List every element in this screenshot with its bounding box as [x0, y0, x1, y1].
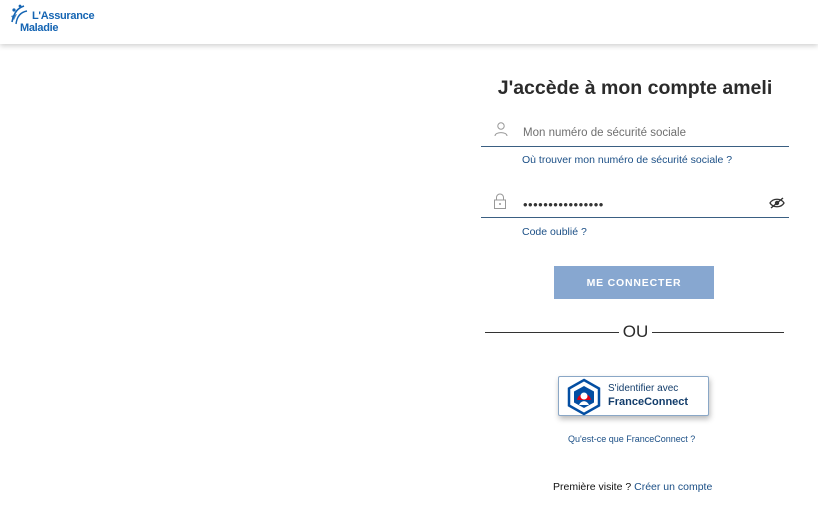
header: L'Assurance Maladie — [0, 0, 818, 44]
separator-line-right — [652, 332, 784, 333]
logo-text-line2: Maladie — [20, 22, 59, 34]
eye-slash-icon[interactable] — [769, 197, 785, 209]
password-input[interactable] — [523, 193, 763, 215]
first-visit: Première visite ? Créer un compte — [553, 481, 712, 493]
password-field — [481, 190, 789, 218]
franceconnect-line2: FranceConnect — [608, 396, 689, 408]
nss-input[interactable] — [523, 122, 763, 144]
franceconnect-help-link[interactable]: Qu'est-ce que FranceConnect ? — [568, 434, 695, 444]
first-visit-text: Première visite ? — [553, 481, 635, 493]
forgot-code-link[interactable]: Code oublié ? — [522, 226, 587, 238]
page-title: J'accède à mon compte ameli — [497, 77, 773, 99]
create-account-link[interactable]: Créer un compte — [634, 481, 712, 493]
lock-icon — [494, 193, 506, 209]
nss-field — [481, 119, 789, 147]
franceconnect-button[interactable]: S'identifier avec FranceConnect — [558, 376, 709, 416]
logo-text-line1: L'Assurance — [32, 10, 95, 22]
separator-line-left — [485, 332, 619, 333]
separator-or: OU — [622, 322, 649, 341]
nss-help-link[interactable]: Où trouver mon numéro de sécurité social… — [522, 154, 732, 166]
user-icon — [494, 122, 508, 137]
connect-button[interactable]: ME CONNECTER — [554, 266, 714, 299]
assurance-maladie-logo[interactable]: L'Assurance Maladie — [8, 2, 98, 36]
franceconnect-line1: S'identifier avec — [608, 383, 679, 394]
franceconnect-logo-icon — [567, 378, 601, 416]
